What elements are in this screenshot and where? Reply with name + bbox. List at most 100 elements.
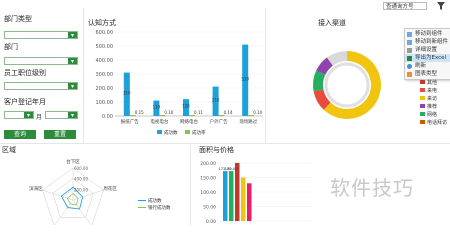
filter-label-register-month: 客户登记年月 — [4, 98, 46, 106]
year-select[interactable]: ▾ — [4, 111, 34, 119]
menu-item-move-to-component[interactable]: 移动到组件 — [405, 30, 450, 38]
legend-label: 其他 — [427, 80, 438, 86]
legend-swatch — [157, 130, 162, 134]
channel-legend: 其他 来电 来访 推荐 网络 电话拜访 — [420, 80, 450, 140]
bar-success-rate — [129, 115, 136, 116]
radar-axis-label: 滨海区 — [29, 185, 43, 192]
month-label: 月 — [36, 114, 43, 121]
filter-icon[interactable] — [437, 2, 445, 10]
bar-success-rate — [189, 115, 195, 116]
month-select[interactable]: ▾ — [45, 111, 78, 119]
menu-item-move-to-new-component[interactable]: 移动到新组件 — [405, 38, 450, 46]
radar-series — [66, 193, 79, 206]
radar-spoke — [42, 189, 74, 201]
query-selector[interactable]: 查通询方号 — [383, 2, 427, 10]
bar-success-rate — [159, 115, 166, 116]
legend-swatch — [420, 88, 425, 92]
menu-item-export-excel[interactable]: 导出为Excel — [405, 54, 450, 62]
bar-inner-label: 510 — [241, 76, 249, 81]
bar-data-label: 0.11 — [194, 110, 203, 115]
legend-label: 推荐 — [427, 104, 438, 110]
bar-inner-label: 110 — [153, 104, 161, 109]
x-tick-label: 现场路过 — [239, 118, 257, 125]
menu-item-label: 移动到新组件 — [415, 39, 449, 45]
context-menu: 移动到组件 移动到新组件 详细设置 导出为Excel 刷新 图表类型 — [404, 28, 450, 80]
move-new-icon — [407, 39, 412, 45]
panel-divider — [265, 8, 266, 143]
watermark-text: 软件技巧 — [330, 176, 414, 200]
channel-chart — [313, 51, 381, 120]
panel-divider — [0, 143, 450, 144]
area-bar — [229, 171, 234, 221]
y-tick-label: 100.00 — [96, 100, 114, 106]
reset-button[interactable]: 重置 — [44, 130, 76, 139]
radar-spoke — [72, 199, 92, 225]
chart-type-icon — [407, 71, 412, 77]
area-chart: 0.0050.00100.00150.00200.00172.00172.00 — [200, 161, 311, 225]
move-icon — [407, 31, 412, 37]
region-title: 区域 — [2, 146, 16, 154]
area-bar — [235, 163, 240, 221]
bar-inner-label: 310 — [123, 90, 131, 95]
channel-title: 接入渠道 — [318, 19, 346, 27]
legend-label: 电话拜访 — [427, 120, 448, 126]
legend-swatch — [420, 112, 425, 116]
dept-select[interactable]: ▾ — [4, 57, 78, 65]
y-tick-label: 300.00 — [96, 72, 114, 78]
area-bar — [247, 183, 252, 221]
filter-label-dept: 部门 — [4, 43, 18, 51]
filter-label-dept-type: 部门类型 — [4, 15, 32, 23]
x-tick-label: 户外广告 — [210, 118, 228, 125]
legend-label: 银行成功数 — [148, 204, 171, 211]
chevron-down-icon[interactable]: ▾ — [24, 112, 33, 119]
query-selector-value: 查通询方号 — [386, 4, 414, 10]
menu-item-label: 图表类型 — [415, 71, 438, 77]
y-tick-label: 500.00 — [96, 44, 114, 50]
radar-tick-label: 400.00 — [74, 177, 88, 182]
y-tick-label: 0.00 — [206, 219, 216, 225]
menu-item-detail-settings[interactable]: 详细设置 — [405, 46, 450, 54]
area-bar — [241, 177, 246, 221]
region-chart: 台下区周花区东华区北浦区滨海区200.00400.00600.00成功数银行成功… — [29, 158, 171, 225]
chevron-down-icon[interactable]: ▾ — [68, 112, 77, 119]
x-tick-label: 报纸广告 — [121, 118, 139, 125]
x-tick-label: 网络电台 — [180, 118, 198, 125]
dept-type-select[interactable]: ▾ — [4, 31, 78, 39]
bar-inner-label: 210 — [212, 97, 220, 102]
chevron-down-icon[interactable]: ▾ — [68, 32, 77, 39]
y-tick-label: 0.00 — [102, 114, 113, 120]
radar-tick-label: 600.00 — [74, 166, 88, 171]
legend-label: 来访 — [427, 96, 438, 102]
bar-data-label: 0.14 — [253, 110, 262, 115]
legend-swatch — [420, 120, 425, 124]
donut-inner-ring — [324, 62, 370, 108]
bar-inner-label: 120 — [182, 104, 190, 109]
refresh-icon — [407, 63, 412, 69]
settings-icon — [407, 47, 412, 53]
menu-item-label: 导出为Excel — [415, 55, 447, 61]
y-tick-label: 400.00 — [96, 58, 114, 64]
legend-label: 来电 — [427, 88, 438, 94]
bar-data-label: 0.15 — [135, 110, 144, 115]
legend-label: 成功率 — [192, 129, 206, 136]
panel-divider — [190, 145, 191, 225]
legend-swatch — [420, 96, 425, 100]
legend-label: 成功数 — [164, 129, 178, 136]
y-tick-label: 200.00 — [200, 161, 216, 167]
y-tick-label: 200.00 — [96, 86, 114, 92]
query-button[interactable]: 查询 — [4, 130, 36, 139]
bar-success-rate — [218, 115, 225, 116]
y-tick-label: 100.00 — [200, 190, 216, 196]
y-tick-label: 50.00 — [203, 205, 216, 211]
menu-item-refresh[interactable]: 刷新 — [405, 62, 450, 70]
awareness-chart: 0.00 100.00 200.00 300.00 400.00 500.00 600.00… — [96, 30, 263, 136]
legend-swatch — [185, 130, 190, 134]
bar-data-label: 172.00 — [224, 166, 238, 171]
radar-axis-label: 周花区 — [103, 185, 117, 192]
bar-data-label: 0.14 — [224, 110, 233, 115]
chevron-down-icon[interactable]: ▾ — [68, 83, 77, 90]
menu-item-chart-type[interactable]: 图表类型 — [405, 70, 450, 78]
position-level-select[interactable]: ▾ — [4, 82, 78, 90]
chevron-down-icon[interactable]: ▾ — [68, 58, 77, 65]
area-bar — [223, 171, 228, 221]
